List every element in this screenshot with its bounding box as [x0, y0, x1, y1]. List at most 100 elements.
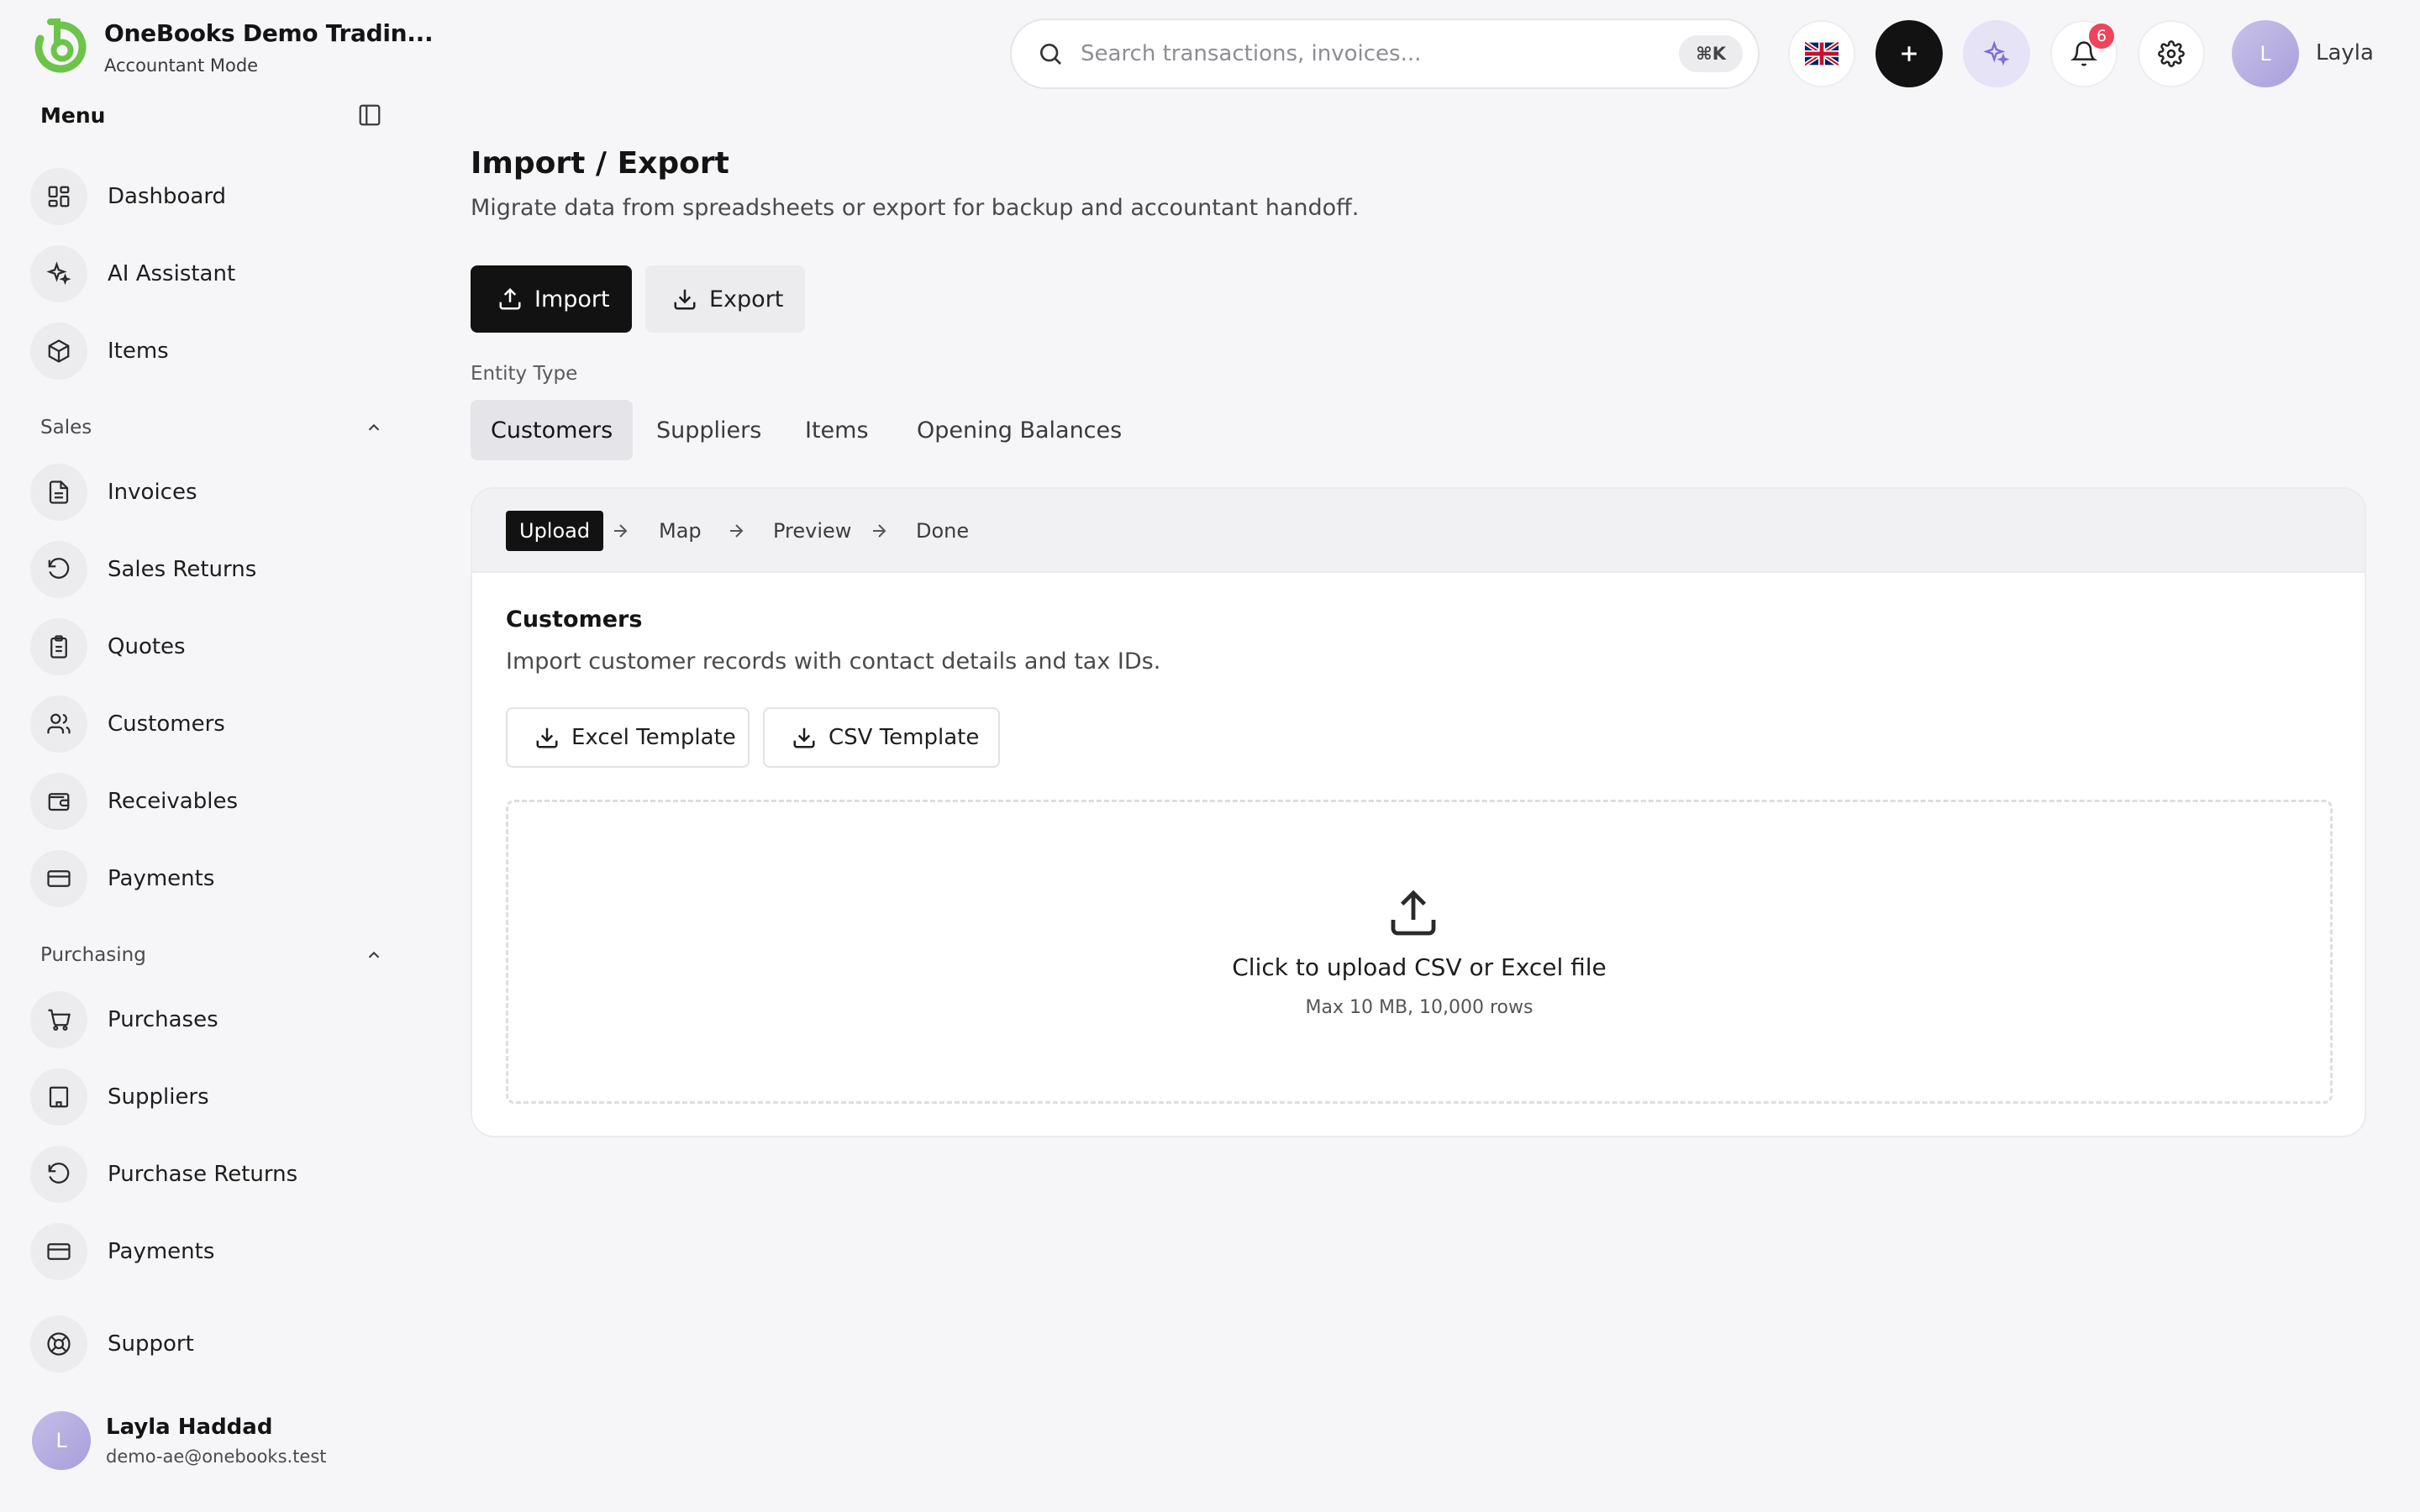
sidebar-item-items[interactable]: Items — [30, 319, 383, 383]
sidebar-item-label: Dashboard — [108, 184, 227, 209]
plus-icon — [1902, 46, 1917, 61]
chevron-up-icon — [368, 951, 380, 958]
sidebar-item-label: Suppliers — [108, 1084, 209, 1110]
card-description: Import customer records with contact det… — [506, 648, 1161, 675]
sidebar-item-label: Sales Returns — [108, 557, 257, 582]
sidebar-toggle-icon[interactable] — [356, 102, 383, 129]
language-button[interactable] — [1788, 20, 1855, 87]
step-map: Map — [659, 519, 702, 543]
sidebar-item-customers[interactable]: Customers — [30, 692, 383, 756]
rotate-ccw-icon — [30, 1146, 87, 1203]
sales-section-header[interactable]: Sales — [40, 413, 383, 442]
sidebar-item-label: Invoices — [108, 480, 197, 505]
sidebar-item-label: Customers — [108, 711, 225, 737]
dashboard-icon — [30, 168, 87, 225]
download-icon — [793, 727, 815, 748]
import-label: Import — [534, 286, 610, 312]
search-icon — [1040, 44, 1061, 65]
gear-icon — [2158, 40, 2185, 67]
sidebar-item-quotes[interactable]: Quotes — [30, 615, 383, 679]
export-button[interactable]: Export — [645, 265, 805, 333]
building-icon — [30, 1068, 87, 1126]
sidebar-item-receivables[interactable]: Receivables — [30, 769, 383, 833]
tab-items[interactable]: Items — [785, 400, 889, 460]
sidebar-item-ai-assistant[interactable]: AI Assistant — [30, 242, 383, 306]
sidebar-item-label: Items — [108, 339, 169, 364]
notification-badge: 6 — [2089, 24, 2114, 49]
sidebar-item-label: Quotes — [108, 634, 186, 659]
import-button[interactable]: Import — [471, 265, 632, 333]
life-buoy-icon — [30, 1315, 87, 1373]
upload-icon — [499, 287, 521, 310]
rotate-ccw-icon — [30, 541, 87, 598]
users-icon — [30, 696, 87, 753]
page-title: Import / Export — [471, 146, 729, 181]
search-shortcut: ⌘K — [1679, 35, 1743, 72]
csv-template-button[interactable]: CSV Template — [763, 707, 1000, 768]
brand[interactable]: OneBooks Demo Tradin... Accountant Mode — [32, 18, 434, 76]
step-upload: Upload — [506, 511, 604, 551]
sidebar-item-support[interactable]: Support — [30, 1312, 383, 1376]
avatar: L — [32, 1411, 91, 1470]
dropzone-title: Click to upload CSV or Excel file — [1232, 953, 1607, 981]
sales-section-title: Sales — [40, 417, 92, 438]
wallet-icon — [30, 773, 87, 830]
sidebar-item-label: Receivables — [108, 789, 238, 814]
file-dropzone[interactable]: Click to upload CSV or Excel file Max 10… — [506, 800, 2333, 1104]
sidebar-item-sales-payments[interactable]: Payments — [30, 847, 383, 911]
sidebar-item-invoices[interactable]: Invoices — [30, 460, 383, 524]
sidebar-item-purchase-returns[interactable]: Purchase Returns — [30, 1142, 383, 1206]
ai-assistant-button[interactable] — [1963, 20, 2030, 87]
sidebar-item-label: AI Assistant — [108, 261, 236, 286]
user-name: Layla Haddad — [106, 1415, 273, 1440]
csv-template-label: CSV Template — [829, 725, 980, 750]
shopping-cart-icon — [30, 991, 87, 1048]
add-button[interactable] — [1876, 20, 1943, 87]
search-placeholder: Search transactions, invoices... — [1081, 41, 1422, 66]
menu-header: Menu — [40, 101, 383, 129]
sidebar-item-label: Payments — [108, 1239, 215, 1264]
box-icon — [30, 323, 87, 380]
chevron-up-icon — [368, 423, 380, 431]
purchasing-section-title: Purchasing — [40, 944, 146, 966]
import-stepper: Upload Map Preview Done — [472, 489, 2365, 573]
sidebar: OneBooks Demo Tradin... Accountant Mode … — [0, 0, 434, 1512]
clipboard-icon — [30, 618, 87, 675]
excel-template-button[interactable]: Excel Template — [506, 707, 750, 768]
sidebar-item-purchases[interactable]: Purchases — [30, 988, 383, 1052]
excel-template-label: Excel Template — [571, 725, 736, 750]
purchasing-section-header[interactable]: Purchasing — [40, 941, 383, 969]
step-preview: Preview — [773, 519, 852, 543]
download-icon — [536, 727, 558, 748]
user-email: demo-ae@onebooks.test — [106, 1446, 327, 1467]
page-subtitle: Migrate data from spreadsheets or export… — [471, 195, 1360, 221]
sidebar-item-dashboard[interactable]: Dashboard — [30, 165, 383, 228]
tab-opening-balances[interactable]: Opening Balances — [897, 400, 1142, 460]
sidebar-item-suppliers[interactable]: Suppliers — [30, 1065, 383, 1129]
settings-button[interactable] — [2138, 20, 2205, 87]
arrow-right-icon — [614, 524, 628, 538]
avatar[interactable]: L — [2232, 20, 2299, 87]
card-title: Customers — [506, 606, 643, 633]
onebooks-logo-icon — [34, 18, 87, 73]
sidebar-item-sales-returns[interactable]: Sales Returns — [30, 538, 383, 601]
arrow-right-icon — [873, 524, 886, 538]
upload-icon — [1391, 890, 1436, 936]
company-mode: Accountant Mode — [104, 55, 259, 76]
step-done: Done — [916, 519, 970, 543]
sidebar-item-label: Purchases — [108, 1007, 218, 1032]
sidebar-user-card[interactable]: L Layla Haddad demo-ae@onebooks.test — [32, 1411, 327, 1470]
sidebar-item-purchase-payments[interactable]: Payments — [30, 1220, 383, 1284]
uk-flag-icon — [1805, 42, 1839, 66]
sidebar-item-label: Purchase Returns — [108, 1162, 298, 1187]
notifications-button[interactable]: 6 — [2050, 20, 2118, 87]
tab-customers[interactable]: Customers — [471, 400, 634, 460]
top-user-name[interactable]: Layla — [2316, 40, 2374, 66]
file-text-icon — [30, 464, 87, 521]
sparkles-icon — [30, 245, 87, 302]
tab-suppliers[interactable]: Suppliers — [636, 400, 781, 460]
credit-card-icon — [30, 1223, 87, 1280]
search-input[interactable]: Search transactions, invoices... ⌘K — [1010, 18, 1760, 89]
company-name: OneBooks Demo Tradin... — [104, 18, 434, 47]
entity-type-label: Entity Type — [471, 363, 578, 385]
